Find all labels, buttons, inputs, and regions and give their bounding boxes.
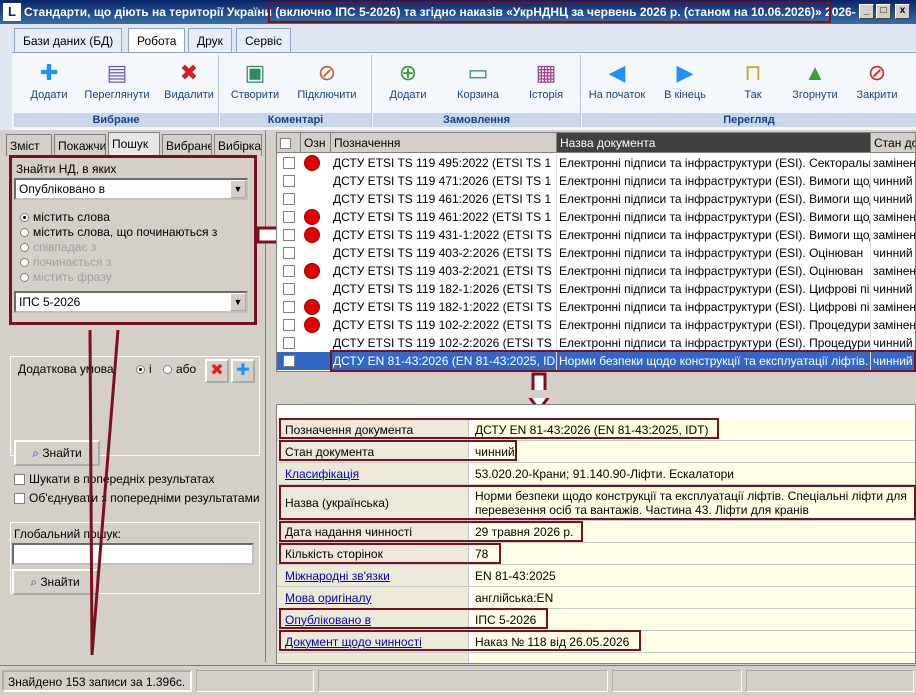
detail-row: [277, 653, 915, 663]
detail-row: Класифікація 53.020.20-Крани; 91.140.90-Л…: [277, 463, 915, 485]
cell-state: замінен: [873, 318, 916, 332]
row-checkbox[interactable]: [283, 229, 295, 241]
row-checkbox[interactable]: [283, 265, 295, 277]
row-highlight-box: [330, 350, 916, 372]
cell-name: Електронні підписи та інфраструктури (ES…: [559, 190, 871, 208]
status-dot-icon: [304, 263, 320, 279]
table-row[interactable]: ДСТУ ETSI TS 119 461:2026 (ETSI TS 1 Елек…: [277, 190, 915, 208]
detail-value: 53.020.20-Крани; 91.140.90-Ліфти. Ескала…: [473, 463, 915, 484]
column-header-mark[interactable]: Озн: [301, 133, 331, 153]
table-row[interactable]: ДСТУ ETSI TS 119 431-1:2022 (ETSI TS Елек…: [277, 226, 916, 244]
cell-name: Електронні підписи та інфраструктури (ES…: [559, 316, 871, 334]
detail-value: англійська:EN: [473, 587, 915, 608]
status-dot-icon: [304, 227, 320, 243]
column-header-state[interactable]: Стан до: [871, 133, 915, 153]
column-header-name[interactable]: Назва документа: [557, 133, 871, 153]
detail-value: 78: [473, 543, 915, 564]
status-dot-icon: [304, 299, 320, 315]
status-panel-3: [318, 670, 608, 692]
cell-code: ДСТУ ETSI TS 119 495:2022 (ETSI TS 1: [331, 154, 557, 172]
arrow-status-annotation: [88, 329, 120, 656]
row-checkbox[interactable]: [283, 157, 295, 169]
results-table: Озн Позначення Назва документа Стан до Д…: [276, 132, 916, 372]
detail-row: Міжнародні зв'язки EN 81-43:2025: [277, 565, 915, 587]
detail-label: [277, 653, 469, 663]
status-dot-icon: [304, 209, 320, 225]
column-header-code[interactable]: Позначення: [331, 133, 557, 153]
row-checkbox[interactable]: [283, 247, 295, 259]
cell-name: Електронні підписи та інфраструктури (ES…: [559, 208, 871, 226]
table-row[interactable]: ДСТУ ETSI TS 119 182-1:2026 (ETSI TS Елек…: [277, 280, 915, 298]
row-checkbox[interactable]: [283, 337, 295, 349]
status-dot-icon: [304, 317, 320, 333]
cell-state: замінен: [873, 210, 916, 224]
table-row[interactable]: ДСТУ ETSI TS 119 461:2022 (ETSI TS 1 Елек…: [277, 208, 916, 226]
cell-code: ДСТУ ETSI TS 119 461:2022 (ETSI TS 1: [331, 208, 557, 226]
cell-state: замінен: [873, 228, 916, 242]
highlight-state: [279, 440, 517, 461]
cell-state: чинний: [871, 280, 915, 298]
splitter[interactable]: [276, 390, 916, 398]
cell-name: Електронні підписи та інфраструктури (ES…: [559, 154, 871, 172]
cell-state: чинний: [871, 244, 915, 262]
status-found: Знайдено 153 записи за 1.396с.: [2, 670, 192, 692]
detail-value: EN 81-43:2025: [473, 565, 915, 586]
row-checkbox[interactable]: [283, 283, 295, 295]
cell-state: замінен: [873, 264, 916, 278]
detail-label[interactable]: Міжнародні зв'язки: [277, 565, 469, 586]
status-panel-2: [196, 670, 314, 692]
cell-code: ДСТУ ETSI TS 119 182-1:2026 (ETSI TS: [331, 280, 557, 298]
cell-code: ДСТУ ETSI TS 119 102-2:2022 (ETSI TS: [331, 316, 557, 334]
row-checkbox[interactable]: [283, 355, 295, 367]
highlight-date: [279, 521, 583, 542]
table-row[interactable]: ДСТУ ETSI TS 119 495:2022 (ETSI TS 1 Елек…: [277, 154, 916, 172]
highlight-title: [279, 485, 916, 520]
cell-state: замінен: [873, 300, 916, 314]
row-checkbox[interactable]: [283, 175, 295, 187]
highlight-pages: [279, 543, 501, 564]
cell-name: Електронні підписи та інфраструктури (ES…: [559, 226, 871, 244]
cell-state: замінен: [873, 156, 916, 170]
row-checkbox[interactable]: [283, 301, 295, 313]
column-header-check[interactable]: [277, 133, 301, 153]
highlight-validity: [279, 630, 641, 651]
table-row[interactable]: ДСТУ ETSI TS 119 403-2:2026 (ETSI TS Елек…: [277, 244, 915, 262]
detail-value: чинний: [473, 441, 915, 462]
table-row[interactable]: ДСТУ ETSI TS 119 403-2:2021 (ETSI TS Елек…: [277, 262, 916, 280]
row-checkbox[interactable]: [283, 211, 295, 223]
status-panel-5: [746, 670, 914, 692]
cell-name: Електронні підписи та інфраструктури (ES…: [559, 172, 871, 190]
highlight-designation: [279, 418, 719, 439]
row-checkbox[interactable]: [283, 319, 295, 331]
cell-name: Електронні підписи та інфраструктури (ES…: [557, 244, 871, 262]
cell-state: чинний: [871, 190, 915, 208]
cell-name: Електронні підписи та інфраструктури (ES…: [557, 262, 871, 280]
cell-code: ДСТУ ETSI TS 119 403-2:2026 (ETSI TS: [331, 244, 557, 262]
cell-code: ДСТУ ETSI TS 119 461:2026 (ETSI TS 1: [331, 190, 557, 208]
status-bar: Знайдено 153 записи за 1.396с.: [0, 665, 916, 695]
status-dot-icon: [304, 155, 320, 171]
cell-code: ДСТУ ETSI TS 119 431-1:2022 (ETSI TS: [331, 226, 557, 244]
table-row[interactable]: ДСТУ ETSI TS 119 182-1:2022 (ETSI TS Елек…: [277, 298, 916, 316]
cell-code: ДСТУ ETSI TS 119 471:2026 (ETSI TS 1: [331, 172, 557, 190]
highlight-published: [279, 608, 548, 629]
detail-label[interactable]: Мова оригіналу: [277, 587, 469, 608]
cell-code: ДСТУ ETSI TS 119 182-1:2022 (ETSI TS: [331, 298, 557, 316]
table-row[interactable]: ДСТУ ETSI TS 119 102-2:2022 (ETSI TS Елек…: [277, 316, 916, 334]
status-panel-4: [612, 670, 742, 692]
table-row[interactable]: ДСТУ ETSI TS 119 471:2026 (ETSI TS 1 Елек…: [277, 172, 915, 190]
cell-code: ДСТУ ETSI TS 119 403-2:2021 (ETSI TS: [331, 262, 557, 280]
cell-name: Електронні підписи та інфраструктури (ES…: [559, 298, 871, 316]
cell-name: Електронні підписи та інфраструктури (ES…: [559, 280, 871, 298]
row-checkbox[interactable]: [283, 193, 295, 205]
detail-value: [473, 653, 915, 663]
detail-label[interactable]: Класифікація: [277, 463, 469, 484]
detail-row: Мова оригіналу англійська:EN: [277, 587, 915, 609]
cell-state: чинний: [871, 172, 915, 190]
